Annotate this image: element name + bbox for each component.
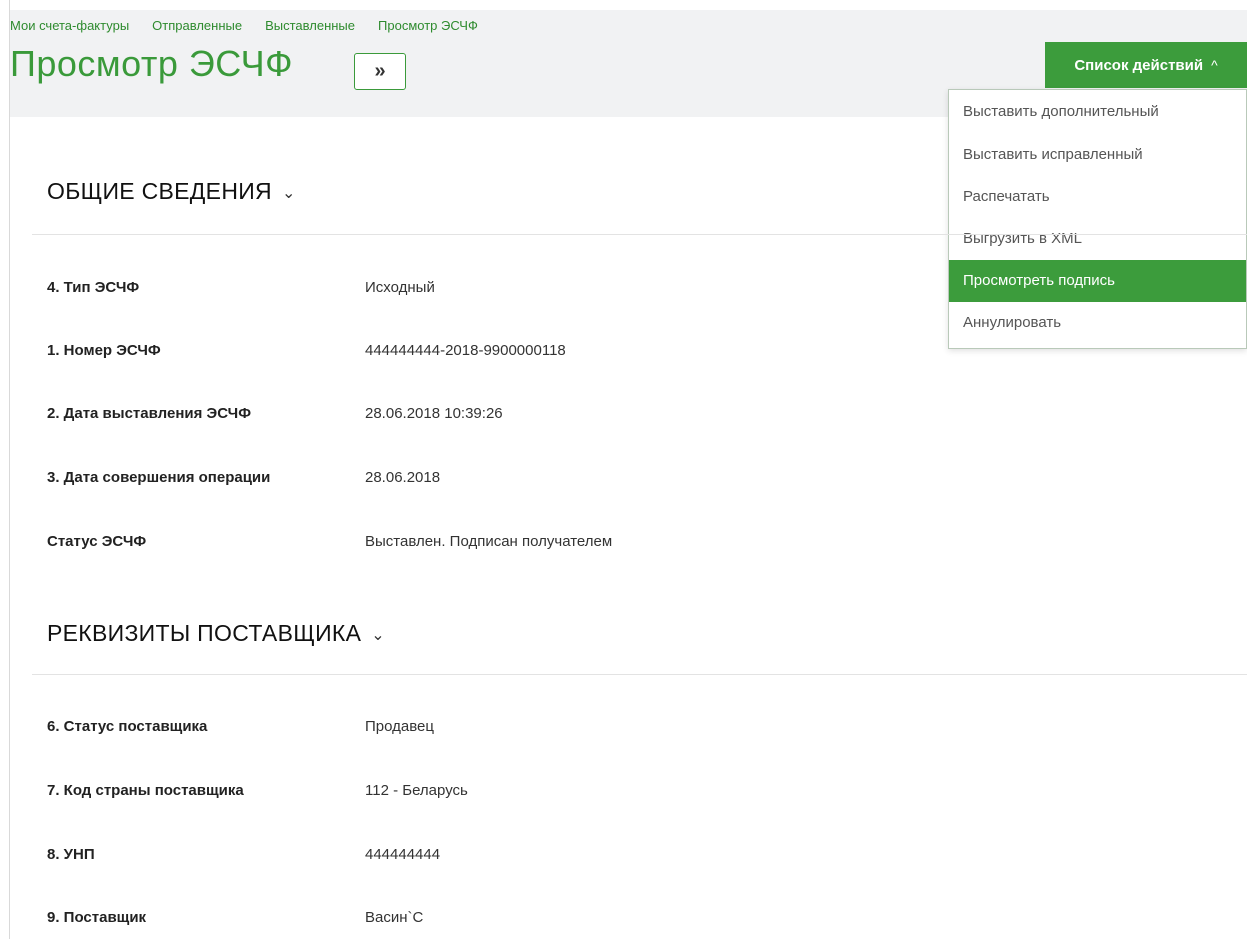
actions-list-button[interactable]: Список действий ^ [1045, 42, 1247, 88]
field-row-operation-date: 3. Дата совершения операции 28.06.2018 [47, 467, 947, 487]
field-value: 28.06.2018 10:39:26 [365, 404, 503, 422]
page-title: Просмотр ЭСЧФ [10, 43, 293, 84]
field-label: Статус ЭСЧФ [47, 532, 147, 550]
field-value: 444444444 [365, 845, 441, 863]
field-label: 6. Статус поставщика [47, 717, 208, 735]
breadcrumb-view-invoice[interactable]: Просмотр ЭСЧФ [378, 18, 478, 33]
field-row-issue-date: 2. Дата выставления ЭСЧФ 28.06.2018 10:3… [47, 403, 947, 423]
menu-item-issue-corrected[interactable]: Выставить исправленный [949, 134, 1246, 176]
field-label: 4. Тип ЭСЧФ [47, 278, 140, 296]
section-divider [32, 674, 1247, 675]
section-title: РЕКВИЗИТЫ ПОСТАВЩИКА [47, 620, 362, 646]
field-value: Васин`С [365, 908, 424, 926]
breadcrumb-my-invoices[interactable]: Мои счета-фактуры [10, 18, 129, 33]
chevron-down-icon: ⌄ [371, 626, 385, 644]
field-row-supplier-name: 9. Поставщик Васин`С [47, 907, 947, 927]
actions-dropdown-menu: Выставить дополнительный Выставить испра… [948, 89, 1247, 349]
actions-list-label: Список действий [1074, 56, 1204, 74]
field-label: 1. Номер ЭСЧФ [47, 341, 161, 359]
field-value: Выставлен. Подписан получателем [365, 532, 613, 550]
field-value: Продавец [365, 717, 434, 735]
chevron-up-icon: ^ [1211, 57, 1218, 73]
menu-item-view-signature[interactable]: Просмотреть подпись [949, 260, 1246, 302]
section-divider [32, 234, 1247, 235]
menu-item-issue-additional[interactable]: Выставить дополнительный [949, 90, 1246, 134]
field-row-supplier-status: 6. Статус поставщика Продавец [47, 716, 947, 736]
field-value: 28.06.2018 [365, 468, 441, 486]
field-row-invoice-status: Статус ЭСЧФ Выставлен. Подписан получате… [47, 531, 947, 551]
field-label: 7. Код страны поставщика [47, 781, 244, 799]
section-general-info-header[interactable]: ОБЩИЕ СВЕДЕНИЯ ⌄ [47, 178, 296, 205]
breadcrumb-issued[interactable]: Выставленные [265, 18, 355, 33]
field-value: 444444444-2018-9900000118 [365, 341, 566, 359]
double-chevron-right-icon: » [374, 60, 386, 82]
breadcrumb: Мои счета-фактуры Отправленные Выставлен… [10, 18, 501, 33]
field-value: 112 - Беларусь [365, 781, 468, 799]
chevron-down-icon: ⌄ [281, 184, 296, 202]
field-row-supplier-country: 7. Код страны поставщика 112 - Беларусь [47, 780, 947, 800]
field-label: 3. Дата совершения операции [47, 468, 271, 486]
breadcrumb-sent[interactable]: Отправленные [152, 18, 242, 33]
menu-item-print[interactable]: Распечатать [949, 176, 1246, 218]
field-row-invoice-type: 4. Тип ЭСЧФ Исходный [47, 277, 947, 297]
menu-item-export-xml[interactable]: Выгрузить в XML [949, 218, 1246, 260]
section-supplier-details-header[interactable]: РЕКВИЗИТЫ ПОСТАВЩИКА ⌄ [47, 620, 385, 647]
field-value: Исходный [365, 278, 435, 296]
page-left-border [9, 0, 10, 939]
section-title: ОБЩИЕ СВЕДЕНИЯ [47, 178, 272, 204]
field-row-unp: 8. УНП 444444444 [47, 844, 947, 864]
field-label: 8. УНП [47, 845, 95, 863]
menu-item-annul[interactable]: Аннулировать [949, 302, 1246, 344]
expand-button[interactable]: » [354, 53, 406, 90]
field-row-invoice-number: 1. Номер ЭСЧФ 444444444-2018-9900000118 [47, 340, 947, 360]
field-label: 9. Поставщик [47, 908, 147, 926]
field-label: 2. Дата выставления ЭСЧФ [47, 404, 251, 422]
